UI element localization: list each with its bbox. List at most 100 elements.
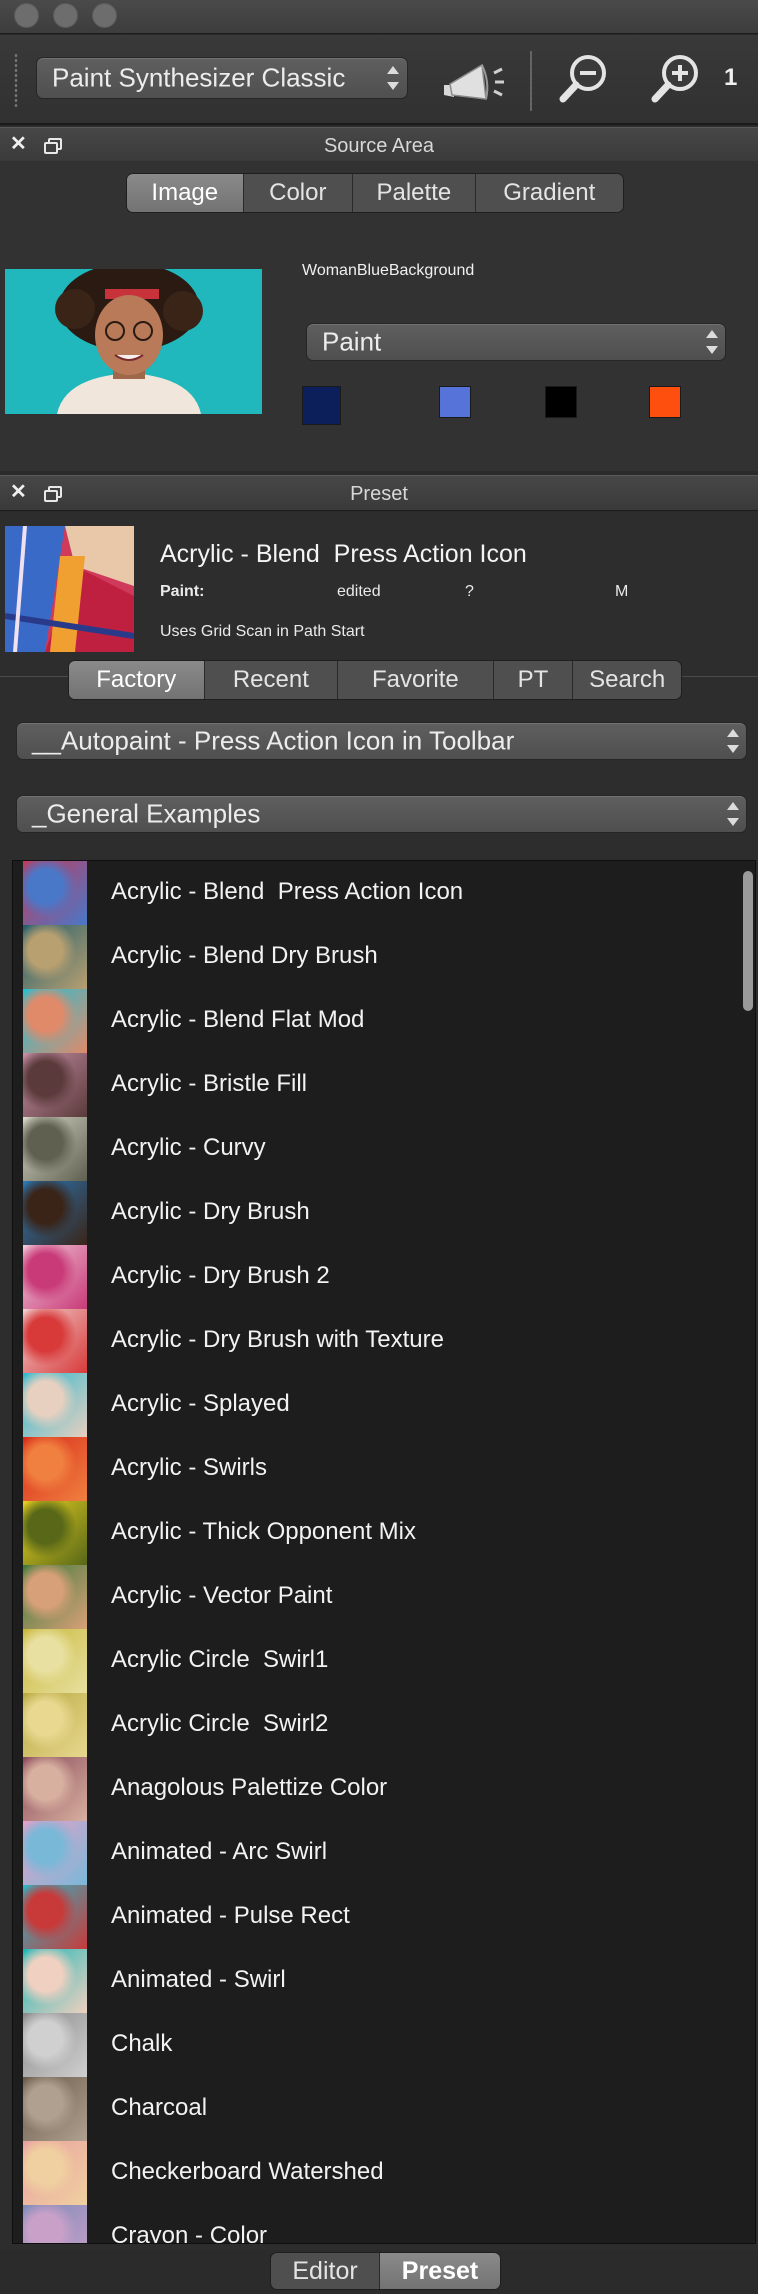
- preset-list-item[interactable]: Acrylic Circle Swirl1: [23, 1629, 737, 1693]
- tab-factory[interactable]: Factory: [69, 661, 205, 699]
- autopaint-select-label: __Autopaint - Press Action Icon in Toolb…: [32, 725, 515, 756]
- preset-item-thumbnail: [23, 1309, 87, 1373]
- mode-select-label: Paint Synthesizer Classic: [52, 62, 346, 93]
- mode-select[interactable]: Paint Synthesizer Classic: [36, 57, 408, 99]
- source-tabs: Image Color Palette Gradient: [126, 173, 624, 213]
- preset-item-label: Acrylic Circle Swirl2: [111, 1710, 329, 1737]
- preset-item-thumbnail: [23, 2013, 87, 2077]
- preset-item-thumbnail: [23, 2077, 87, 2141]
- tab-recent[interactable]: Recent: [205, 661, 339, 699]
- preset-header: ✕ Preset: [0, 475, 758, 511]
- preset-list-item[interactable]: Acrylic - Dry Brush: [23, 1181, 737, 1245]
- preset-list-item[interactable]: Acrylic - Dry Brush with Texture: [23, 1309, 737, 1373]
- preset-item-thumbnail: [23, 1693, 87, 1757]
- minimize-window-button[interactable]: [53, 3, 78, 28]
- preset-item-thumbnail: [23, 989, 87, 1053]
- zoom-level-count: 1: [724, 64, 738, 91]
- preset-list-item[interactable]: Acrylic - Blend Press Action Icon: [23, 861, 737, 925]
- preset-item-label: Acrylic - Thick Opponent Mix: [111, 1518, 416, 1545]
- tab-palette[interactable]: Palette: [353, 174, 476, 212]
- preset-title: Preset: [350, 483, 408, 505]
- preset-list-item[interactable]: Acrylic - Thick Opponent Mix: [23, 1501, 737, 1565]
- tab-favorite[interactable]: Favorite: [338, 661, 494, 699]
- zoom-in-icon[interactable]: [648, 51, 704, 107]
- paint-select[interactable]: Paint: [306, 323, 726, 361]
- tab-image[interactable]: Image: [127, 174, 244, 212]
- scroll-thumb[interactable]: [743, 871, 753, 1011]
- preset-item-label: Anagolous Palettize Color: [111, 1774, 388, 1801]
- preset-item-thumbnail: [23, 1757, 87, 1821]
- preset-item-thumbnail: [23, 1629, 87, 1693]
- paint-letter: M: [615, 583, 629, 600]
- preset-list-item[interactable]: Crayon - Color: [23, 2205, 737, 2243]
- source-image-thumbnail[interactable]: [5, 269, 262, 414]
- preset-list-item[interactable]: Acrylic - Blend Dry Brush: [23, 925, 737, 989]
- preset-list-item[interactable]: Acrylic - Vector Paint: [23, 1565, 737, 1629]
- preset-item-thumbnail: [23, 1373, 87, 1437]
- category-select-label: _General Examples: [32, 798, 261, 829]
- source-area-header: ✕ Source Area: [0, 127, 758, 163]
- preset-list[interactable]: Acrylic - Blend Press Action Icon Acrylic…: [12, 860, 756, 2244]
- megaphone-icon[interactable]: [438, 55, 506, 105]
- preset-item-label: Acrylic - Curvy: [111, 1134, 266, 1161]
- preset-list-item[interactable]: Chalk: [23, 2013, 737, 2077]
- preset-item-label: Acrylic - Dry Brush with Texture: [111, 1326, 444, 1353]
- preset-item-label: Acrylic - Splayed: [111, 1390, 290, 1417]
- close-window-button[interactable]: [14, 3, 39, 28]
- preset-item-thumbnail: [23, 1245, 87, 1309]
- preset-list-item[interactable]: Anagolous Palettize Color: [23, 1757, 737, 1821]
- preset-list-item[interactable]: Acrylic - Bristle Fill: [23, 1053, 737, 1117]
- zoom-out-icon[interactable]: [556, 51, 612, 107]
- preset-item-thumbnail: [23, 925, 87, 989]
- preset-item-thumbnail: [23, 1565, 87, 1629]
- preset-item-thumbnail: [23, 1053, 87, 1117]
- preset-list-item[interactable]: Acrylic - Curvy: [23, 1117, 737, 1181]
- preset-tabs: Factory Recent Favorite PT Search: [68, 660, 682, 700]
- tab-pt[interactable]: PT: [494, 661, 574, 699]
- preset-item-thumbnail: [23, 1821, 87, 1885]
- preset-thumbnail[interactable]: [5, 526, 134, 652]
- preset-list-item[interactable]: Acrylic - Swirls: [23, 1437, 737, 1501]
- preset-list-item[interactable]: Acrylic Circle Swirl2: [23, 1693, 737, 1757]
- color-swatch[interactable]: [649, 386, 681, 418]
- category-select[interactable]: _General Examples: [16, 795, 747, 833]
- preset-item-thumbnail: [23, 1885, 87, 1949]
- preset-item-thumbnail: [23, 1437, 87, 1501]
- chevron-updown-icon: [387, 65, 399, 91]
- paint-select-label: Paint: [322, 326, 382, 357]
- preset-list-item[interactable]: Checkerboard Watershed: [23, 2141, 737, 2205]
- source-image-name: WomanBlueBackground: [302, 262, 475, 279]
- color-swatch[interactable]: [439, 386, 471, 418]
- zoom-window-button[interactable]: [92, 3, 117, 28]
- preset-description: Uses Grid Scan in Path Start: [160, 623, 365, 640]
- preset-item-thumbnail: [23, 1949, 87, 2013]
- bottom-tabs: Editor Preset: [270, 2252, 501, 2290]
- preset-item-label: Charcoal: [111, 2094, 208, 2121]
- chevron-updown-icon: [706, 329, 718, 355]
- preset-list-scrollbar[interactable]: [741, 865, 755, 2241]
- source-area-title: Source Area: [323, 135, 435, 157]
- tab-gradient[interactable]: Gradient: [476, 174, 623, 212]
- preset-list-item[interactable]: Acrylic - Blend Flat Mod: [23, 989, 737, 1053]
- preset-item-thumbnail: [23, 1117, 87, 1181]
- preset-list-item[interactable]: Acrylic - Splayed: [23, 1373, 737, 1437]
- preset-list-item[interactable]: Animated - Swirl: [23, 1949, 737, 2013]
- preset-item-thumbnail: [23, 861, 87, 925]
- preset-item-thumbnail: [23, 1501, 87, 1565]
- preset-list-item[interactable]: Animated - Arc Swirl: [23, 1821, 737, 1885]
- preset-item-label: Acrylic - Vector Paint: [111, 1582, 333, 1609]
- preset-list-item[interactable]: Charcoal: [23, 2077, 737, 2141]
- preset-list-item[interactable]: Animated - Pulse Rect: [23, 1885, 737, 1949]
- tab-preset[interactable]: Preset: [380, 2253, 500, 2289]
- tab-editor[interactable]: Editor: [271, 2253, 381, 2289]
- preset-item-label: Acrylic - Swirls: [111, 1454, 267, 1481]
- tab-search[interactable]: Search: [573, 661, 681, 699]
- color-swatch[interactable]: [302, 386, 341, 425]
- autopaint-select[interactable]: __Autopaint - Press Action Icon in Toolb…: [16, 722, 747, 760]
- preset-list-item[interactable]: Acrylic - Dry Brush 2: [23, 1245, 737, 1309]
- preset-item-label: Acrylic - Blend Press Action Icon: [111, 878, 464, 905]
- color-swatch[interactable]: [545, 386, 577, 418]
- preset-item-label: Acrylic - Blend Flat Mod: [111, 1006, 365, 1033]
- preset-item-label: Animated - Pulse Rect: [111, 1902, 350, 1929]
- tab-color[interactable]: Color: [244, 174, 354, 212]
